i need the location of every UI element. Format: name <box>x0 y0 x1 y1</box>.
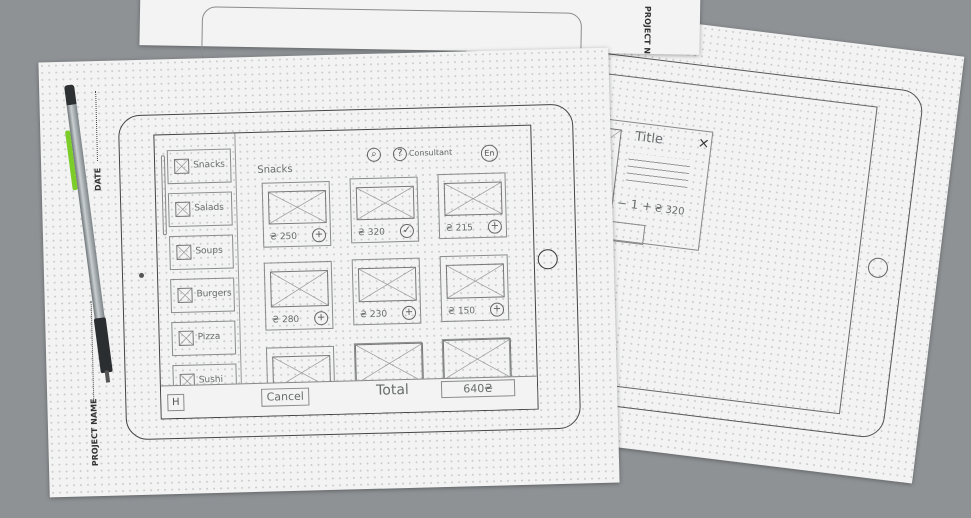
check-icon[interactable]: ✓ <box>399 223 415 239</box>
product-card[interactable]: ₴ 215 + <box>437 172 508 240</box>
consultant-link[interactable]: Consultant <box>409 148 452 158</box>
date-line <box>95 91 99 162</box>
project-name-label: PROJECT NAME <box>89 398 100 467</box>
product-image <box>443 181 503 216</box>
section-title: Snacks <box>257 163 293 176</box>
cancel-button[interactable]: Cancel <box>261 387 310 407</box>
category-image <box>173 158 190 175</box>
top-paper: PROJECT N <box>139 0 701 73</box>
tablet-screen: Snacks Salads Soups Burgers Pizza Sushi … <box>153 124 539 420</box>
camera-dot <box>138 272 145 278</box>
modal-title: Title <box>634 129 664 148</box>
add-icon[interactable]: + <box>487 219 503 234</box>
product-image <box>442 338 512 381</box>
product-image <box>267 190 327 225</box>
description-lines <box>625 152 691 190</box>
product-price: ₴ 230 <box>359 309 388 321</box>
category-label: Pizza <box>197 331 221 343</box>
product-card[interactable]: ₴ 230 + <box>351 257 422 326</box>
date-label: DATE <box>93 167 103 192</box>
left-paper: DATE PROJECT NAME Snacks Salads Soups Bu… <box>38 47 620 498</box>
category-image <box>176 244 192 260</box>
product-price: ₴ 250 <box>269 231 298 243</box>
category-label: Salads <box>194 202 225 214</box>
project-label: PROJECT N <box>642 5 653 55</box>
product-card[interactable]: ₴ 280 + <box>263 260 334 331</box>
home-button[interactable]: H <box>167 393 185 412</box>
category-image <box>177 287 193 303</box>
total-value: 640₴ <box>440 379 516 399</box>
modal-price: ₴ 320 <box>653 203 686 218</box>
category-item[interactable]: Pizza <box>171 320 237 357</box>
product-price: ₴ 215 <box>445 223 474 234</box>
category-label: Soups <box>195 245 223 257</box>
product-card[interactable] <box>441 337 512 381</box>
product-price: ₴ 150 <box>447 306 476 317</box>
add-icon[interactable]: + <box>489 302 505 317</box>
product-image <box>355 185 415 221</box>
add-icon[interactable]: + <box>314 311 329 326</box>
category-item[interactable]: Snacks <box>166 148 232 185</box>
add-icon[interactable]: + <box>401 305 417 321</box>
category-image <box>175 201 191 217</box>
question-icon[interactable]: ? <box>392 146 408 162</box>
category-label: Snacks <box>193 159 226 171</box>
product-card[interactable] <box>353 341 424 385</box>
search-icon[interactable]: ⌕ <box>366 147 382 162</box>
category-item[interactable]: Burgers <box>170 277 235 314</box>
category-item[interactable]: Salads <box>167 191 233 228</box>
language-button[interactable]: En <box>480 144 499 162</box>
product-card[interactable]: ₴ 320 ✓ <box>349 176 420 244</box>
product-image <box>269 270 329 308</box>
category-item[interactable]: Soups <box>168 234 234 271</box>
product-image <box>357 266 417 303</box>
product-card[interactable]: ₴ 250 + <box>261 180 332 248</box>
product-card[interactable]: ₴ 150 + <box>439 254 510 323</box>
total-label: Total <box>375 381 410 399</box>
pencil-eraser <box>64 84 77 106</box>
quantity-stepper[interactable]: − 1 + <box>616 196 653 214</box>
close-icon[interactable]: × <box>697 135 711 152</box>
product-price: ₴ 320 <box>357 227 386 239</box>
category-image <box>178 330 194 346</box>
add-icon[interactable]: + <box>311 228 327 243</box>
category-label: Burgers <box>196 288 232 300</box>
sidebar-scrollbar[interactable] <box>160 155 167 236</box>
product-image <box>445 263 505 299</box>
product-price: ₴ 280 <box>272 314 300 326</box>
